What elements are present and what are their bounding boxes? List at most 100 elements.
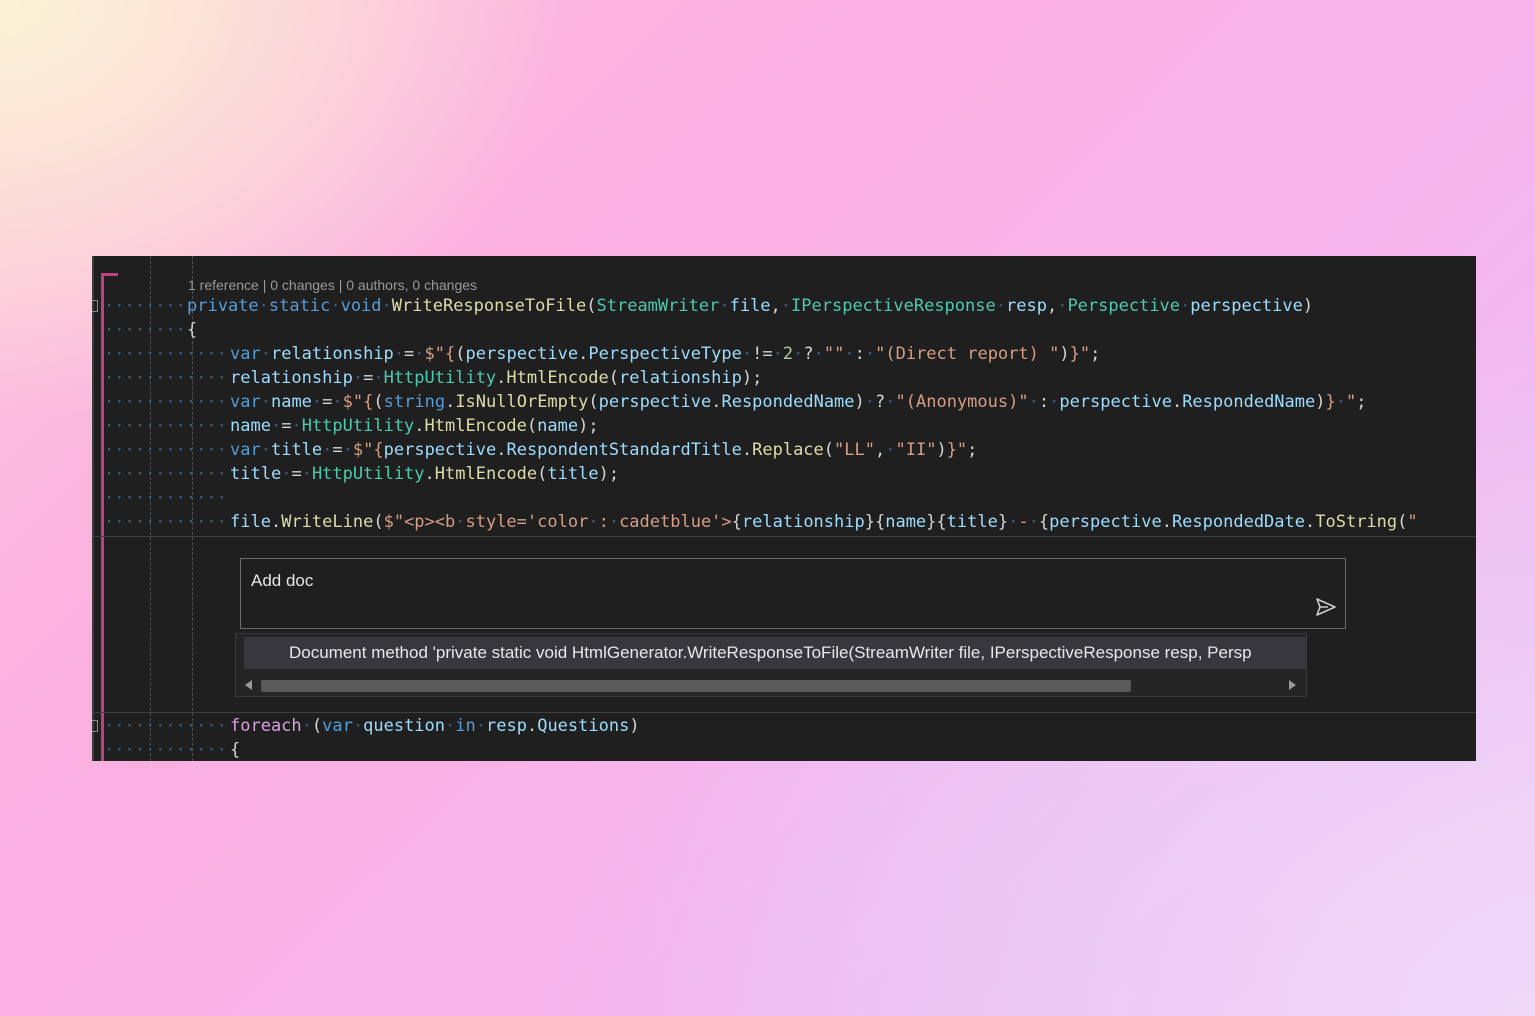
scroll-left-icon[interactable] — [245, 680, 252, 690]
code-token: { — [731, 512, 742, 532]
code-token: · — [260, 440, 271, 460]
whitespace-marker: ············ — [104, 344, 227, 364]
code-token: · — [373, 368, 384, 388]
inline-chat-input[interactable]: Add doc — [240, 558, 1346, 629]
code-token: · — [719, 296, 730, 316]
code-token: RespondedName — [1182, 392, 1316, 412]
inline-chat-separator — [92, 536, 1476, 537]
code-token: · — [885, 392, 896, 412]
code-token: title — [946, 512, 998, 532]
code-token: } — [997, 512, 1009, 532]
code-token: ( — [588, 392, 599, 412]
code-token: · — [281, 464, 292, 484]
scroll-right-icon[interactable] — [1289, 680, 1296, 690]
code-editor[interactable]: 1 reference | 0 changes | 0 authors, 0 c… — [92, 256, 1476, 761]
code-token: relationship — [741, 512, 865, 532]
suggestion-item[interactable]: Document method 'private static void Htm… — [244, 637, 1306, 669]
codelens-info[interactable]: 1 reference | 0 changes | 0 authors, 0 c… — [188, 277, 477, 293]
whitespace-marker: ············ — [104, 464, 227, 484]
code-token: name — [230, 416, 271, 436]
code-token: HtmlEncode — [434, 464, 538, 484]
code-token: · — [793, 344, 804, 364]
code-token: ) — [1302, 296, 1314, 316]
code-token: $"<p><b — [383, 512, 456, 532]
scroll-thumb[interactable] — [261, 680, 1131, 692]
inline-chat-separator — [92, 712, 1476, 713]
code-token: ( — [455, 344, 466, 364]
code-token: · — [342, 440, 353, 460]
whitespace-marker: ············ — [104, 740, 227, 760]
fold-toggle[interactable] — [92, 720, 98, 732]
code-token: "(Direct report) " — [875, 344, 1060, 364]
code-token: perspective — [465, 344, 579, 364]
send-button[interactable] — [1313, 596, 1339, 622]
code-token: ); — [598, 464, 620, 484]
code-token: StreamWriter — [596, 296, 720, 316]
code-token: != — [752, 344, 773, 364]
code-token: . — [711, 392, 722, 412]
whitespace-marker: ············ — [104, 488, 227, 508]
code-token: . — [1161, 512, 1172, 532]
code-token: Replace — [752, 440, 824, 460]
code-token: · — [864, 392, 876, 412]
code-token: relationship — [270, 344, 394, 364]
code-token: , — [770, 296, 781, 316]
code-token: · — [995, 296, 1006, 316]
code-token: relationship — [230, 368, 353, 388]
code-token: ? — [875, 392, 886, 412]
code-token: style='color — [465, 512, 589, 532]
code-token: = — [404, 344, 415, 364]
horizontal-scrollbar[interactable] — [236, 674, 1306, 696]
send-icon — [1315, 596, 1337, 623]
code-token: perspective — [1059, 392, 1172, 412]
code-token: { — [1038, 512, 1050, 532]
code-token: ( — [537, 464, 548, 484]
code-token: · — [352, 716, 364, 736]
code-token: . — [270, 512, 282, 532]
code-text: var·name·=·$"{(string.IsNullOrEmpty(pers… — [230, 390, 1367, 414]
code-token: foreach — [230, 716, 302, 736]
code-token: ( — [373, 392, 384, 412]
code-token: private — [187, 296, 259, 316]
code-token: ) — [1059, 344, 1070, 364]
code-token: perspective — [383, 440, 497, 460]
code-token: . — [496, 440, 507, 460]
code-token: WriteResponseToFile — [391, 296, 587, 316]
code-token: . — [1171, 392, 1183, 412]
whitespace-marker: ············ — [104, 392, 227, 412]
code-token: IPerspectiveResponse — [791, 296, 996, 316]
code-token: $"{ — [424, 344, 456, 364]
code-token: · — [1180, 296, 1191, 316]
code-token: }{ — [864, 512, 886, 532]
code-token: file — [729, 296, 771, 316]
fold-toggle[interactable] — [92, 300, 98, 312]
code-token: HtmlEncode — [506, 368, 609, 388]
code-text: relationship·=·HttpUtility.HtmlEncode(re… — [230, 366, 762, 390]
code-token: relationship — [619, 368, 742, 388]
code-token: ? — [803, 344, 814, 364]
code-token: ; — [967, 440, 978, 460]
code-token: perspective — [598, 392, 712, 412]
whitespace-marker: ············ — [104, 716, 227, 736]
code-text: foreach·(var·question·in·resp.Questions) — [230, 714, 640, 738]
code-text: file.WriteLine($"<p><b·style='color·:·ca… — [230, 510, 1418, 534]
code-token: RespondedName — [721, 392, 855, 412]
code-token: "" — [823, 344, 845, 364]
code-token: "(Anonymous)" — [895, 392, 1029, 412]
code-token: name — [537, 416, 579, 436]
code-token: . — [445, 392, 456, 412]
code-token: void — [340, 296, 382, 316]
code-token: } — [1325, 392, 1336, 412]
code-token: · — [813, 344, 824, 364]
code-token: = — [322, 392, 333, 412]
code-token: · — [393, 344, 405, 364]
code-token: ( — [526, 416, 538, 436]
whitespace-marker: ········ — [104, 320, 186, 340]
code-token: HttpUtility — [311, 464, 425, 484]
chat-input-text[interactable]: Add doc — [251, 571, 313, 591]
code-token: " — [1407, 512, 1418, 532]
code-token: perspective — [1049, 512, 1162, 532]
code-token: resp — [1005, 296, 1047, 316]
code-token: { — [230, 740, 241, 760]
code-token: · — [381, 296, 392, 316]
